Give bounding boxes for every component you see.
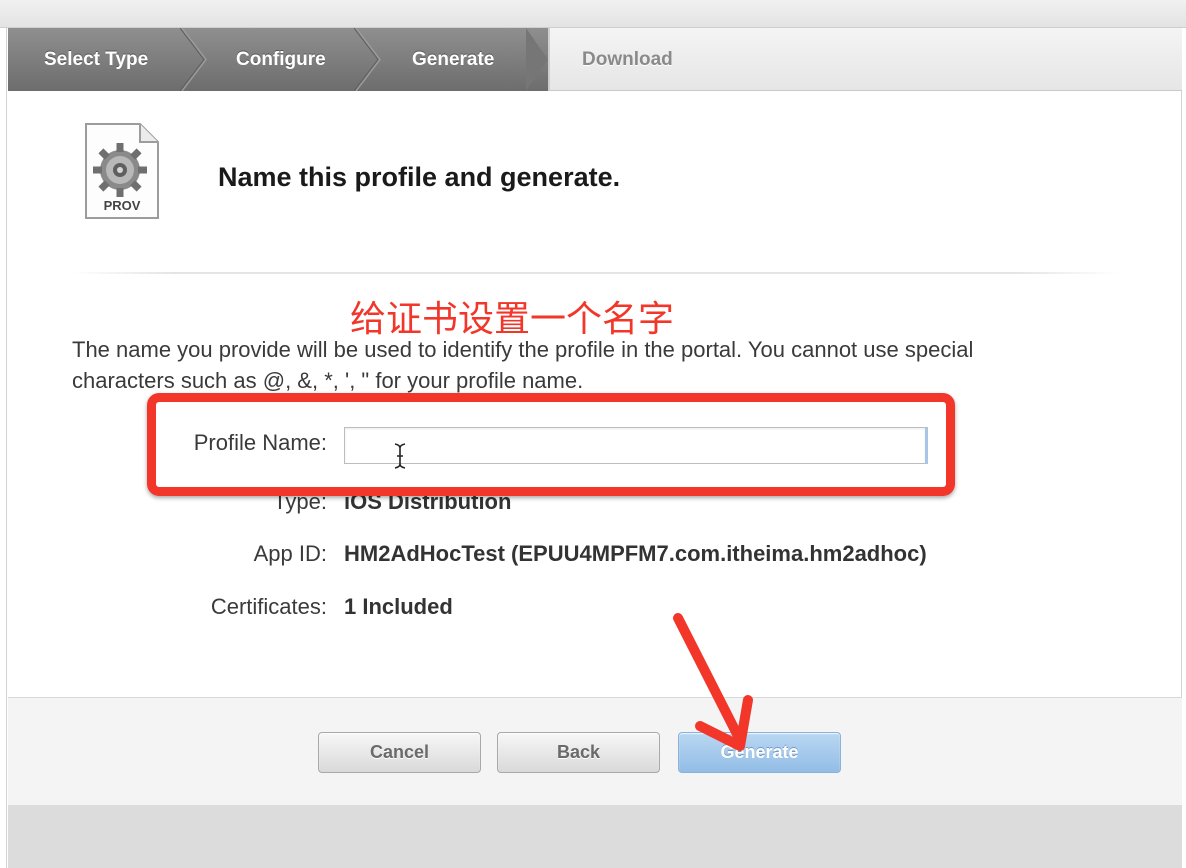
certificates-label: Certificates: <box>210 594 327 619</box>
step-configure: Configure <box>236 48 326 70</box>
annotation-arrow-icon <box>673 613 753 751</box>
prov-icon-label: PROV <box>104 198 141 213</box>
description-text: The name you provide will be used to ide… <box>72 337 974 393</box>
cancel-button[interactable]: Cancel <box>318 732 481 773</box>
annotation-text: 给证书设置一个名字 <box>350 299 675 340</box>
app-id-label: App ID: <box>253 541 327 566</box>
annotation-highlight-box <box>147 393 955 496</box>
certificates-value: 1 Included <box>344 594 453 619</box>
browser-top-strip <box>0 0 1186 28</box>
step-select-type: Select Type <box>44 48 149 70</box>
back-button[interactable]: Back <box>497 732 660 773</box>
chevron-separator-icon <box>354 28 381 91</box>
divider <box>70 272 1120 274</box>
step-generate: Generate <box>412 48 495 70</box>
step-progress-bar: Select Type Configure Generate Download <box>8 28 1182 91</box>
step-download: Download <box>582 48 673 70</box>
chevron-separator-icon <box>180 28 207 91</box>
app-id-value: HM2AdHocTest (EPUU4MPFM7.com.itheima.hm2… <box>344 541 927 566</box>
page-bottom-background <box>8 805 1182 868</box>
page-title: Name this profile and generate. <box>218 162 621 192</box>
active-step-arrow-icon <box>526 28 550 91</box>
provisioning-profile-icon: PROV <box>85 123 159 219</box>
